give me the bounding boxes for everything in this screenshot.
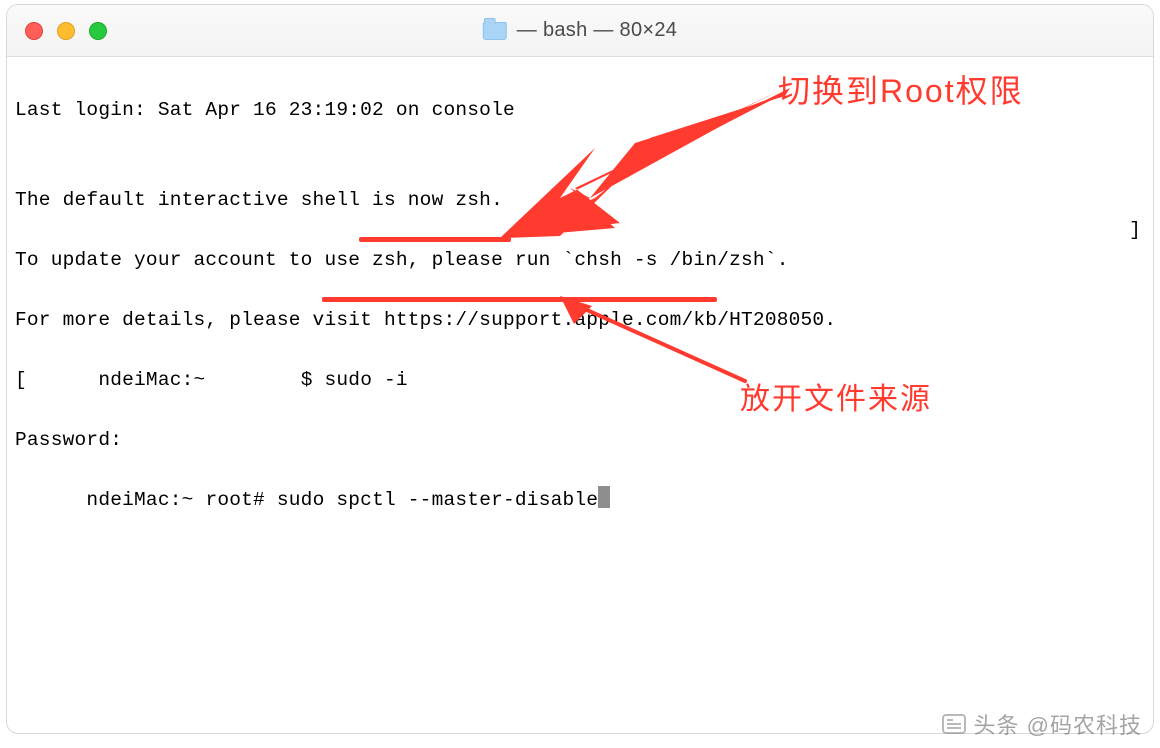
line-prompt-1: [zhaofandeiMac:~ zhaofan$ sudo -i] <box>15 365 1143 395</box>
line-password: Password: <box>15 425 1143 455</box>
cmd-spctl: sudo spctl --master-disable <box>277 489 598 511</box>
titlebar: — bash — 80×24 <box>7 5 1153 57</box>
line-last-login: Last login: Sat Apr 16 23:19:02 on conso… <box>15 95 1143 125</box>
folder-icon <box>483 22 507 40</box>
line-zsh-3: For more details, please visit https://s… <box>15 305 1143 335</box>
line-zsh-2: To update your account to use zsh, pleas… <box>15 245 1143 275</box>
window-controls <box>7 22 107 40</box>
minimize-button[interactable] <box>57 22 75 40</box>
line-prompt-2: zhaofandeiMac:~ root# sudo spctl --maste… <box>15 485 1143 515</box>
zoom-button[interactable] <box>89 22 107 40</box>
underline-spctl <box>322 297 717 302</box>
terminal-body[interactable]: Last login: Sat Apr 16 23:19:02 on conso… <box>7 57 1153 585</box>
cursor <box>598 486 610 508</box>
underline-sudo-i <box>359 237 511 242</box>
watermark: 头条 @码农科技 <box>942 708 1142 740</box>
window-title: — bash — 80×24 <box>483 19 677 42</box>
terminal-window: — bash — 80×24 Last login: Sat Apr 16 23… <box>6 4 1154 734</box>
title-text: — bash — 80×24 <box>517 19 677 42</box>
toutiao-icon <box>942 712 966 736</box>
watermark-text: 头条 @码农科技 <box>974 708 1142 740</box>
close-button[interactable] <box>25 22 43 40</box>
line-zsh-1: The default interactive shell is now zsh… <box>15 185 1143 215</box>
cmd-sudo-i: sudo -i <box>325 369 408 391</box>
